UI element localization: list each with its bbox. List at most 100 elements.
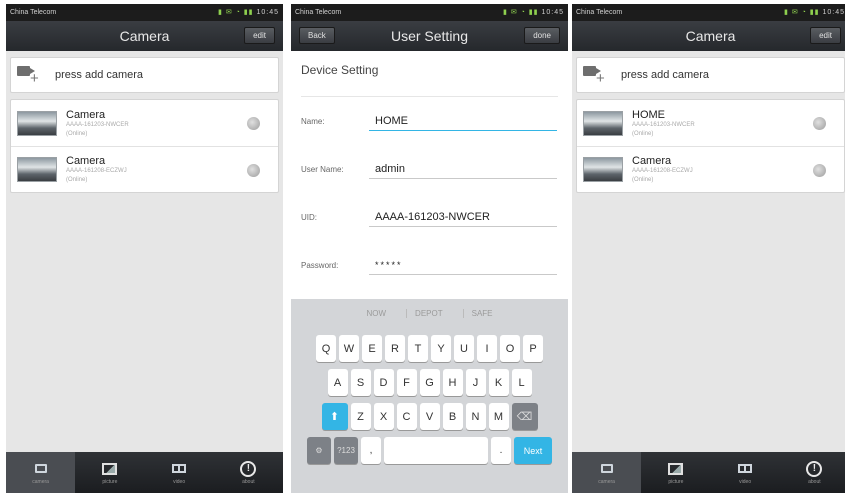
video-icon xyxy=(738,464,753,473)
key-c[interactable]: C xyxy=(396,403,417,430)
keyboard-row-2: ASDFGHJKL xyxy=(291,369,568,396)
key-a[interactable]: A xyxy=(327,369,348,396)
key-z[interactable]: Z xyxy=(350,403,371,430)
camera-name: HOME xyxy=(632,108,665,121)
camera-uid: AAAA-161203-NWCER xyxy=(66,121,129,128)
key-r[interactable]: R xyxy=(385,335,405,362)
camera-status: (Online) xyxy=(66,130,88,137)
key-p[interactable]: P xyxy=(523,335,543,362)
comma-key[interactable]: , xyxy=(361,437,381,464)
tab-video[interactable]: video xyxy=(145,452,214,493)
carrier-label: China Telecom xyxy=(295,9,342,16)
add-camera-button[interactable]: + press add camera xyxy=(576,57,845,93)
tab-about[interactable]: ! about xyxy=(780,452,845,493)
shift-key-icon[interactable]: ⬆ xyxy=(321,403,348,430)
camera-list-screen-updated: China Telecom ▮ ✉ ◔ ▮▮ 10:45 Camera edit… xyxy=(572,4,845,493)
username-input[interactable]: admin xyxy=(369,159,557,179)
status-icons: ▮ ✉ ◔ ▮▮ 10:45 xyxy=(503,9,564,16)
video-icon xyxy=(172,464,187,473)
key-x[interactable]: X xyxy=(373,403,394,430)
picture-icon xyxy=(102,462,118,475)
section-title: Device Setting xyxy=(301,51,558,97)
info-icon: ! xyxy=(806,460,823,477)
camera-uid: AAAA-161203-NWCER xyxy=(632,121,695,128)
key-t[interactable]: T xyxy=(408,335,428,362)
password-field-row: Password: ***** xyxy=(301,241,558,289)
tab-picture[interactable]: picture xyxy=(75,452,144,493)
name-input[interactable]: HOME xyxy=(369,111,557,131)
settings-key-icon[interactable]: ⚙ xyxy=(307,437,331,464)
key-l[interactable]: L xyxy=(511,369,532,396)
key-b[interactable]: B xyxy=(442,403,463,430)
uid-input[interactable]: AAAA-161203-NWCER xyxy=(369,207,557,227)
back-button[interactable]: Back xyxy=(299,27,335,44)
key-s[interactable]: S xyxy=(350,369,371,396)
suggestion[interactable]: NOW xyxy=(358,309,394,318)
settings-icon[interactable] xyxy=(247,117,260,130)
password-input[interactable]: ***** xyxy=(369,255,557,275)
next-key[interactable]: Next xyxy=(514,437,552,464)
camera-status: (Online) xyxy=(66,177,88,183)
key-w[interactable]: W xyxy=(339,335,359,362)
key-f[interactable]: F xyxy=(396,369,417,396)
backspace-key-icon[interactable]: ⌫ xyxy=(511,403,538,430)
key-n[interactable]: N xyxy=(465,403,486,430)
camera-row[interactable]: Camera AAAA-161208-ECZWJ (Online) xyxy=(577,146,844,192)
key-v[interactable]: V xyxy=(419,403,440,430)
keyboard-row-3: ⬆ Z X C V B N M ⌫ xyxy=(291,403,568,430)
tab-picture[interactable]: picture xyxy=(641,452,710,493)
tab-bar: camera picture video ! about xyxy=(572,452,845,493)
settings-icon[interactable] xyxy=(813,164,826,177)
period-key[interactable]: . xyxy=(491,437,511,464)
edit-button[interactable]: edit xyxy=(810,27,841,44)
key-g[interactable]: G xyxy=(419,369,440,396)
settings-icon[interactable] xyxy=(813,117,826,130)
suggestion[interactable]: DEPOT xyxy=(406,309,451,318)
tab-camera[interactable]: camera xyxy=(6,452,76,493)
camera-row[interactable]: Camera AAAA-161208-ECZWJ (Online) xyxy=(11,146,278,192)
edit-button[interactable]: edit xyxy=(244,27,275,44)
uid-label: UID: xyxy=(301,212,317,222)
key-e[interactable]: E xyxy=(362,335,382,362)
key-d[interactable]: D xyxy=(373,369,394,396)
camera-list-icon xyxy=(600,464,613,473)
key-u[interactable]: U xyxy=(454,335,474,362)
key-m[interactable]: M xyxy=(488,403,509,430)
add-camera-label: press add camera xyxy=(621,69,710,81)
suggestion[interactable]: SAFE xyxy=(462,309,501,318)
key-h[interactable]: H xyxy=(442,369,463,396)
space-key[interactable] xyxy=(384,437,488,464)
symbols-key[interactable]: ?123 xyxy=(334,437,358,464)
status-bar: China Telecom ▮ ✉ ◔ ▮▮ 10:45 xyxy=(572,4,845,21)
add-camera-button[interactable]: + press add camera xyxy=(10,57,279,93)
camera-status: (Online) xyxy=(632,130,654,137)
tab-video[interactable]: video xyxy=(711,452,780,493)
camera-uid: AAAA-161208-ECZWJ xyxy=(66,168,127,174)
title-bar: Camera edit xyxy=(572,21,845,51)
add-camera-icon: + xyxy=(17,64,43,86)
done-button[interactable]: done xyxy=(524,27,560,44)
add-camera-label: press add camera xyxy=(55,69,144,81)
key-q[interactable]: Q xyxy=(316,335,336,362)
camera-name: Camera xyxy=(632,155,672,167)
uid-field-row: UID: AAAA-161203-NWCER xyxy=(301,193,558,241)
key-o[interactable]: O xyxy=(500,335,520,362)
key-i[interactable]: I xyxy=(477,335,497,362)
username-label: User Name: xyxy=(301,164,344,174)
tab-camera[interactable]: camera xyxy=(572,452,642,493)
carrier-label: China Telecom xyxy=(576,9,623,16)
tab-about[interactable]: ! about xyxy=(214,452,283,493)
settings-icon[interactable] xyxy=(247,164,260,177)
camera-row[interactable]: Camera AAAA-161203-NWCER (Online) xyxy=(11,100,278,146)
add-camera-icon: + xyxy=(583,64,609,86)
user-setting-screen: China Telecom ▮ ✉ ◔ ▮▮ 10:45 Back User S… xyxy=(291,4,568,493)
camera-row[interactable]: HOME AAAA-161203-NWCER (Online) xyxy=(577,100,844,146)
suggestion-bar: NOW DEPOT SAFE xyxy=(291,299,568,328)
camera-name: Camera xyxy=(66,155,106,167)
key-y[interactable]: Y xyxy=(431,335,451,362)
key-j[interactable]: J xyxy=(465,369,486,396)
page-title: User Setting xyxy=(390,28,469,44)
page-title: Camera xyxy=(685,28,736,44)
key-k[interactable]: K xyxy=(488,369,509,396)
picture-icon xyxy=(668,462,684,475)
